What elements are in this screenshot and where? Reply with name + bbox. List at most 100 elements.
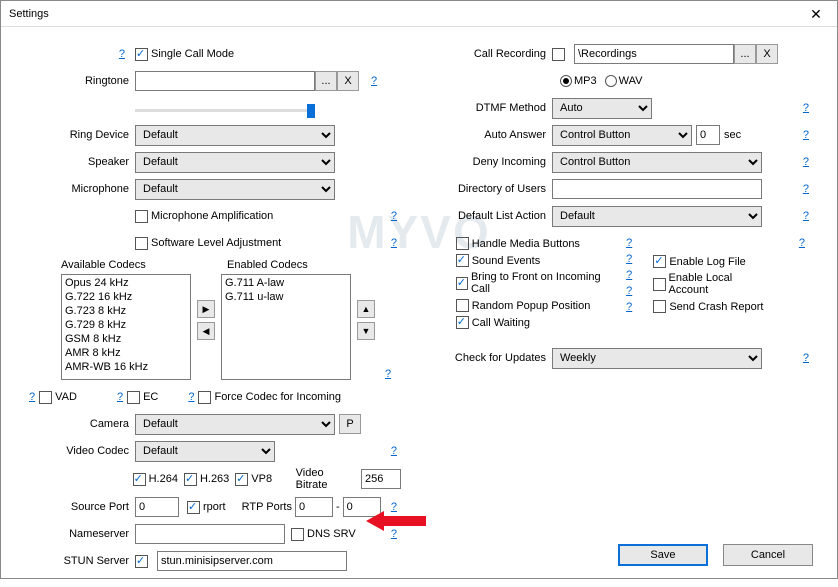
codec-item[interactable]: Opus 24 kHz [63,276,189,290]
ring-device-label: Ring Device [25,129,135,141]
help-link[interactable]: ? [113,391,127,403]
ringtone-browse-button[interactable]: ... [315,71,337,91]
speaker-select[interactable]: Default [135,152,335,173]
codec-item[interactable]: G.711 u-law [223,290,349,304]
call-recording-checkbox[interactable] [552,48,568,61]
help-link[interactable]: ? [387,501,401,513]
enable-local-account-checkbox[interactable]: Enable Local Account [653,272,767,296]
help-link[interactable]: ? [387,237,401,249]
stun-server-input[interactable] [157,551,347,571]
h264-checkbox[interactable]: H.264 [133,473,178,486]
recording-clear-button[interactable]: X [756,44,778,64]
camera-select[interactable]: Default [135,414,335,435]
codec-item[interactable]: G.722 16 kHz [63,290,189,304]
mp3-radio[interactable] [560,75,572,87]
help-link[interactable]: ? [622,253,636,265]
available-codecs-label: Available Codecs [61,259,191,271]
codec-item[interactable]: AMR-WB 16 kHz [63,360,189,374]
help-link[interactable]: ? [622,285,636,297]
vad-checkbox[interactable]: VAD [39,391,77,404]
enabled-codecs-label: Enabled Codecs [227,259,357,271]
recording-path-input[interactable] [574,44,734,64]
help-link[interactable]: ? [25,391,39,403]
help-link[interactable]: ? [115,48,129,60]
stun-enable-checkbox[interactable] [135,555,151,568]
help-link[interactable]: ? [799,352,813,364]
help-link[interactable]: ? [387,445,401,457]
window-title: Settings [9,8,803,20]
ringtone-input[interactable] [135,71,315,91]
ring-device-select[interactable]: Default [135,125,335,146]
help-link[interactable]: ? [795,237,809,249]
random-popup-checkbox[interactable]: Random Popup Position [456,299,612,312]
codec-item[interactable]: G.723 8 kHz [63,304,189,318]
available-codecs-list[interactable]: Opus 24 kHzG.722 16 kHzG.723 8 kHzG.729 … [61,274,191,380]
auto-answer-select[interactable]: Control Button [552,125,692,146]
rtp-port-from-input[interactable] [295,497,333,517]
sw-level-checkbox[interactable]: Software Level Adjustment [135,237,281,250]
sound-events-checkbox[interactable]: Sound Events [456,254,612,267]
call-recording-label: Call Recording [437,48,552,60]
deny-incoming-select[interactable]: Control Button [552,152,762,173]
help-link[interactable]: ? [387,528,401,540]
codec-item[interactable]: AMR 8 kHz [63,346,189,360]
ec-checkbox[interactable]: EC [127,391,158,404]
camera-preview-button[interactable]: P [339,414,361,434]
rport-checkbox[interactable]: rport [187,501,226,514]
help-link[interactable]: ? [367,75,381,87]
single-call-mode-checkbox[interactable]: Single Call Mode [135,48,234,61]
h264-label: H.264 [149,473,178,485]
default-list-action-select[interactable]: Default [552,206,762,227]
codec-item[interactable]: G.729 8 kHz [63,318,189,332]
slider-thumb[interactable] [307,104,315,118]
nameserver-input[interactable] [135,524,285,544]
bring-to-front-checkbox[interactable]: Bring to Front on Incoming Call [456,271,612,295]
auto-answer-seconds-input[interactable] [696,125,720,145]
help-link[interactable]: ? [622,301,636,313]
help-link[interactable]: ? [387,210,401,222]
dtmf-method-select[interactable]: Auto [552,98,652,119]
codec-move-left-button[interactable]: ◀ [197,322,215,340]
help-link[interactable]: ? [799,210,813,222]
help-link[interactable]: ? [799,129,813,141]
mic-amplification-checkbox[interactable]: Microphone Amplification [135,210,273,223]
h263-checkbox[interactable]: H.263 [184,473,229,486]
help-link[interactable]: ? [622,269,636,281]
video-codec-select[interactable]: Default [135,441,275,462]
help-link[interactable]: ? [184,391,198,403]
codec-move-down-button[interactable]: ▼ [357,322,375,340]
source-port-input[interactable] [135,497,179,517]
codec-item[interactable]: G.711 A-law [223,276,349,290]
ringtone-volume-slider[interactable] [135,109,315,112]
wav-radio[interactable] [605,75,617,87]
help-link[interactable]: ? [799,102,813,114]
dns-srv-checkbox[interactable]: DNS SRV [291,528,356,541]
close-icon[interactable]: ✕ [803,4,829,24]
enable-log-label: Enable Log File [669,256,745,268]
ringtone-clear-button[interactable]: X [337,71,359,91]
force-codec-checkbox[interactable]: Force Codec for Incoming [198,391,341,404]
rtp-port-to-input[interactable] [343,497,381,517]
microphone-select[interactable]: Default [135,179,335,200]
handle-media-checkbox[interactable]: Handle Media Buttons [456,237,612,250]
help-link[interactable]: ? [622,237,636,249]
directory-users-input[interactable] [552,179,762,199]
codec-move-up-button[interactable]: ▲ [357,300,375,318]
check-updates-select[interactable]: Weekly [552,348,762,369]
vp8-checkbox[interactable]: VP8 [235,473,272,486]
recording-browse-button[interactable]: ... [734,44,756,64]
codec-move-right-button[interactable]: ▶ [197,300,215,318]
enabled-codecs-list[interactable]: G.711 A-lawG.711 u-law [221,274,351,380]
send-crash-report-checkbox[interactable]: Send Crash Report [653,300,767,313]
video-bitrate-input[interactable] [361,469,401,489]
call-waiting-checkbox[interactable]: Call Waiting [456,316,612,329]
help-link[interactable]: ? [799,183,813,195]
help-link[interactable]: ? [381,368,395,380]
cancel-button[interactable]: Cancel [723,544,813,566]
wav-label: WAV [619,75,643,87]
help-link[interactable]: ? [799,156,813,168]
codec-item[interactable]: GSM 8 kHz [63,332,189,346]
enable-log-file-checkbox[interactable]: Enable Log File [653,255,767,268]
dash: - [336,501,340,513]
save-button[interactable]: Save [618,544,708,566]
